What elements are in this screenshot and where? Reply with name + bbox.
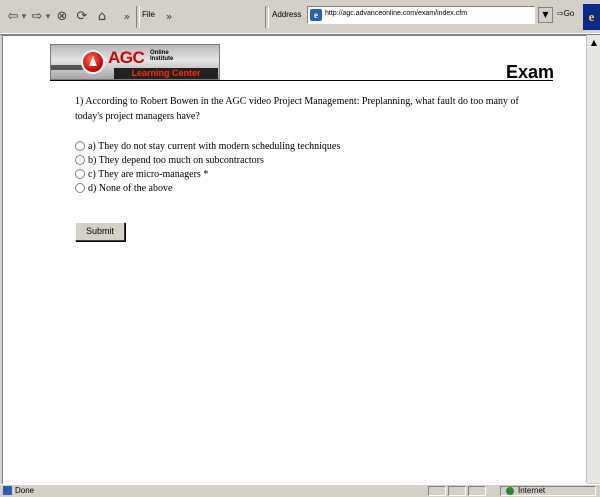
status-bar: Done Internet [0, 484, 600, 497]
question-text: 1) According to Robert Bowen in the AGC … [75, 96, 519, 122]
go-label: Go [563, 9, 575, 18]
home-icon[interactable]: ⌂ [95, 9, 109, 25]
status-cell [428, 486, 446, 496]
toolbar-overflow-icon[interactable]: » [122, 9, 132, 25]
status-cell [468, 486, 486, 496]
menu-overflow-icon[interactable]: » [164, 9, 174, 25]
logo-online-institute: Online Institute [150, 50, 173, 62]
toolbar-separator [265, 6, 269, 28]
address-bar[interactable]: e http://agc.advanceonline.com/exam/inde… [307, 6, 535, 24]
toolbar-separator [136, 6, 140, 28]
zone-text: Internet [518, 486, 546, 495]
logo-line2: Institute [150, 56, 174, 62]
address-label: Address [272, 10, 302, 19]
page-viewport: AGC Online Institute Learning Center Exa… [2, 35, 587, 484]
logo-agc-text: AGC [108, 48, 145, 67]
vertical-scrollbar[interactable]: ▲ [586, 35, 600, 483]
forward-arrow-icon[interactable]: ⇨ [30, 9, 44, 25]
status-text: Done [15, 486, 35, 495]
refresh-icon[interactable]: ⟳ [75, 9, 89, 25]
answer-option-d[interactable]: d) None of the above [75, 181, 340, 195]
back-arrow-icon[interactable]: ⇦ [6, 9, 20, 25]
forward-dropdown-icon[interactable]: ▾ [45, 9, 51, 25]
radio-button[interactable] [75, 155, 85, 165]
stop-icon[interactable]: ⊗ [55, 9, 69, 25]
logo-stripe [51, 65, 83, 70]
ie-logo-icon: e [583, 4, 600, 30]
answer-option-a[interactable]: a) They do not stay current with modern … [75, 139, 340, 153]
file-menu[interactable]: File [142, 10, 155, 19]
browser-toolbar: ⇦ ▾ ⇨ ▾ ⊗ ⟳ ⌂ » File » Address e http://… [0, 0, 600, 35]
address-url[interactable]: http://agc.advanceonline.com/exam/index.… [325, 10, 467, 17]
submit-button[interactable]: Submit [75, 222, 125, 241]
radio-button[interactable] [75, 141, 85, 151]
zone-cell [500, 486, 596, 496]
answer-label[interactable]: a) They do not stay current with modern … [88, 141, 340, 152]
logo-emblem-icon [81, 50, 105, 74]
header-divider [50, 80, 553, 81]
radio-button[interactable] [75, 183, 85, 193]
back-dropdown-icon[interactable]: ▾ [21, 9, 27, 25]
answer-options: a) They do not stay current with modern … [75, 139, 340, 195]
agc-logo: AGC Online Institute Learning Center [50, 44, 220, 80]
logo-learning-center: Learning Center [114, 68, 218, 79]
go-button[interactable]: ⇨Go [557, 9, 574, 18]
globe-icon [506, 487, 514, 495]
scroll-up-icon[interactable]: ▲ [588, 37, 600, 49]
status-cell [448, 486, 466, 496]
address-dropdown-button[interactable]: ▼ [538, 7, 553, 23]
page-status-icon [3, 486, 12, 495]
answer-label[interactable]: d) None of the above [88, 183, 172, 194]
answer-label[interactable]: b) They depend too much on subcontractor… [88, 155, 264, 166]
go-arrow-icon: ⇨ [557, 9, 564, 18]
answer-label[interactable]: c) They are micro-managers * [88, 169, 208, 180]
page-icon: e [310, 9, 322, 21]
answer-option-c[interactable]: c) They are micro-managers * [75, 167, 340, 181]
answer-option-b[interactable]: b) They depend too much on subcontractor… [75, 153, 340, 167]
radio-button[interactable] [75, 169, 85, 179]
